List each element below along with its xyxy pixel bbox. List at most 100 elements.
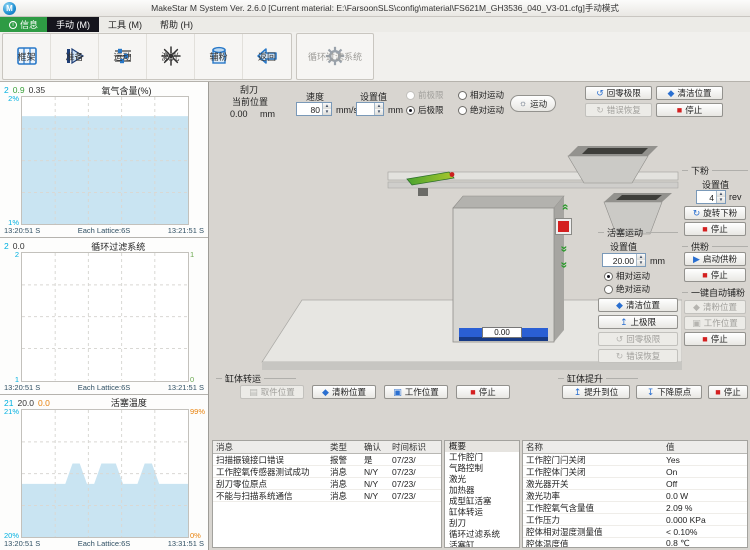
toolbar-motion-button[interactable]: 运动 <box>99 34 147 79</box>
button-label: 旋转下粉 <box>703 207 737 219</box>
y-axis-bottom-label: 1% <box>8 218 19 227</box>
table-row[interactable]: 扫描振镜接口错误 报警 是 07/23/ <box>213 454 441 466</box>
lift-up-button[interactable]: ↥ 提升到位 <box>562 385 630 399</box>
list-item[interactable]: 工作腔门 <box>445 452 519 463</box>
spinner-arrows[interactable]: ▲▼ <box>374 103 383 115</box>
table-row[interactable]: 工作腔氧传感器测试成功 消息 N/Y 07/23/ <box>213 466 441 478</box>
type-cell: 消息 <box>327 490 361 502</box>
button-label: 停止 <box>724 386 741 398</box>
scraper-set-value[interactable] <box>357 103 374 115</box>
scraper-home-limit-button[interactable]: ↺ 回零极限 <box>585 86 652 100</box>
menu-tab-info[interactable]: i 信息 <box>0 17 47 32</box>
x-axis: 13:20:51 S Each Lattice:6S 13:21:51 S <box>2 225 206 236</box>
table-row[interactable]: 腔体温度值 0.8 ℃ <box>523 538 747 548</box>
auto-spread-section-title: 一键自动铺粉 <box>682 286 748 299</box>
scraper-clean-position-button[interactable]: ◆ 清洁位置 <box>656 86 723 100</box>
button-label: 错误恢复 <box>626 350 660 362</box>
transfer-stop-button[interactable]: ■ 停止 <box>456 385 510 399</box>
column-header: 时间标识 <box>389 441 441 453</box>
transfer-work-position-button[interactable]: ▣ 工作位置 <box>384 385 448 399</box>
spinner-arrows[interactable]: ▲▼ <box>716 191 725 203</box>
powder-down-spinner[interactable]: 4 ▲▼ <box>696 190 726 204</box>
lower-origin-button[interactable]: ↧ 下降原点 <box>636 385 702 399</box>
list-item[interactable]: 成型缸活塞 <box>445 496 519 507</box>
menu-tab-help[interactable]: 帮助 (H) <box>151 17 202 32</box>
message-table-header: 消息 类型 确认 时间标识 <box>213 441 441 454</box>
start-powder-supply-button[interactable]: ▶ 启动供粉 <box>684 252 746 266</box>
piston-upper-limit-button[interactable]: ↥ 上极限 <box>598 315 678 329</box>
x-start-label: 13:20:51 S <box>4 383 40 392</box>
list-item[interactable]: 概要 <box>445 441 519 452</box>
radio-scraper-absolute[interactable]: 绝对运动 <box>458 104 504 116</box>
speed-value[interactable]: 80 <box>297 103 322 115</box>
toolbar-button-label: 准备 <box>65 50 83 63</box>
radio-back-limit[interactable]: 后极限 <box>406 104 444 116</box>
table-row[interactable]: 工作腔氧气含量值 2.09 % <box>523 502 747 514</box>
play-icon: ▶ <box>693 255 700 264</box>
property-value: Yes <box>663 455 747 465</box>
scraper-stop-button[interactable]: ■ 停止 <box>656 103 723 117</box>
table-row[interactable]: 激光功率 0.0 W <box>523 490 747 502</box>
rotate-powder-down-button[interactable]: ↻ 旋转下粉 <box>684 206 746 220</box>
chevron-up-icon[interactable]: » <box>554 200 574 214</box>
list-item[interactable]: 气路控制 <box>445 463 519 474</box>
auto-spread-clean-position-button: ◆ 清粉位置 <box>684 300 746 314</box>
transfer-clean-position-button[interactable]: ◆ 清粉位置 <box>312 385 376 399</box>
button-label: 启动供粉 <box>703 253 737 265</box>
y-axis-right: 99% 0% <box>189 409 206 538</box>
chevron-down-icon[interactable]: » <box>554 258 574 272</box>
menu-tab-manual[interactable]: 手动 (M) <box>47 17 99 32</box>
table-row[interactable]: 不能与扫描系统通信 消息 N/Y 07/23/ <box>213 490 441 502</box>
gear-icon: ☼ <box>519 99 527 108</box>
button-label: 运动 <box>530 98 547 110</box>
scraper-move-button[interactable]: ☼ 运动 <box>510 95 556 112</box>
powder-down-value[interactable]: 4 <box>697 191 716 203</box>
table-row[interactable]: 工作压力 0.000 KPa <box>523 514 747 526</box>
list-item[interactable]: 缸体转运 <box>445 507 519 518</box>
menu-tab-tools[interactable]: 工具 (M) <box>99 17 151 32</box>
radio-label: 后极限 <box>418 104 444 116</box>
toolbar-frame-button[interactable]: 框架 <box>3 34 51 79</box>
button-label: 工作位置 <box>405 386 439 398</box>
piston-set-spinner[interactable]: 20.00 ▲▼ <box>602 253 646 267</box>
radio-dot <box>458 106 467 115</box>
list-item[interactable]: 刮刀 <box>445 518 519 529</box>
x-axis: 13:20:51 S Each Lattice:6S 13:31:51 S <box>2 538 206 549</box>
chevron-down-icon[interactable]: » <box>554 242 574 256</box>
chart-piston-temperature: 21 20.0 0.0 活塞温度 21% 20% 99% <box>0 395 208 550</box>
table-row[interactable]: 刮刀零位原点 消息 N/Y 07/23/ <box>213 478 441 490</box>
powder-down-stop-button[interactable]: ■ 停止 <box>684 222 746 236</box>
speed-spinner[interactable]: 80 ▲▼ <box>296 102 332 116</box>
menubar: i 信息 手动 (M) 工具 (M) 帮助 (H) <box>0 17 750 32</box>
radio-piston-absolute[interactable]: 绝对运动 <box>604 283 650 295</box>
list-item[interactable]: 激光 <box>445 474 519 485</box>
piston-clean-position-button[interactable]: ◆ 清洁位置 <box>598 298 678 312</box>
list-item[interactable]: 加热器 <box>445 485 519 496</box>
auto-spread-stop-button[interactable]: ■ 停止 <box>684 332 746 346</box>
toolbar-prepare-button[interactable]: 准备 <box>51 34 99 79</box>
button-label: 停止 <box>479 386 496 398</box>
y-axis-left: 2% 1% <box>2 96 21 225</box>
current-position-label: 当前位置 <box>232 95 268 108</box>
scraper-set-spinner[interactable]: ▲▼ <box>356 102 384 116</box>
piston-set-value[interactable]: 20.00 <box>603 254 636 266</box>
build-cylinder <box>453 196 564 342</box>
table-row[interactable]: 激光器开关 Off <box>523 478 747 490</box>
table-row[interactable]: 腔体相对湿度测量值 < 0.10% <box>523 526 747 538</box>
list-item[interactable]: 循环过滤系统 <box>445 529 519 540</box>
radio-scraper-relative[interactable]: 相对运动 <box>458 89 504 101</box>
spinner-arrows[interactable]: ▲▼ <box>636 254 645 266</box>
table-row[interactable]: 工作腔门闩关闭 Yes <box>523 454 747 466</box>
list-item[interactable]: 活塞缸 <box>445 540 519 548</box>
toolbar-powder-button[interactable]: 辅粉 <box>195 34 243 79</box>
lift-stop-button[interactable]: ■ 停止 <box>708 385 748 399</box>
button-label: 清粉位置 <box>703 301 737 313</box>
powder-supply-stop-button[interactable]: ■ 停止 <box>684 268 746 282</box>
radio-piston-relative[interactable]: 相对运动 <box>604 270 650 282</box>
machine-stop-button[interactable] <box>556 219 571 234</box>
radio-label: 绝对运动 <box>470 104 504 116</box>
toolbar-laser-button[interactable]: 激光 <box>147 34 195 79</box>
table-row[interactable]: 工作腔体门关闭 On <box>523 466 747 478</box>
toolbar-back-button[interactable]: 返回 <box>243 34 291 79</box>
spinner-arrows[interactable]: ▲▼ <box>322 103 331 115</box>
